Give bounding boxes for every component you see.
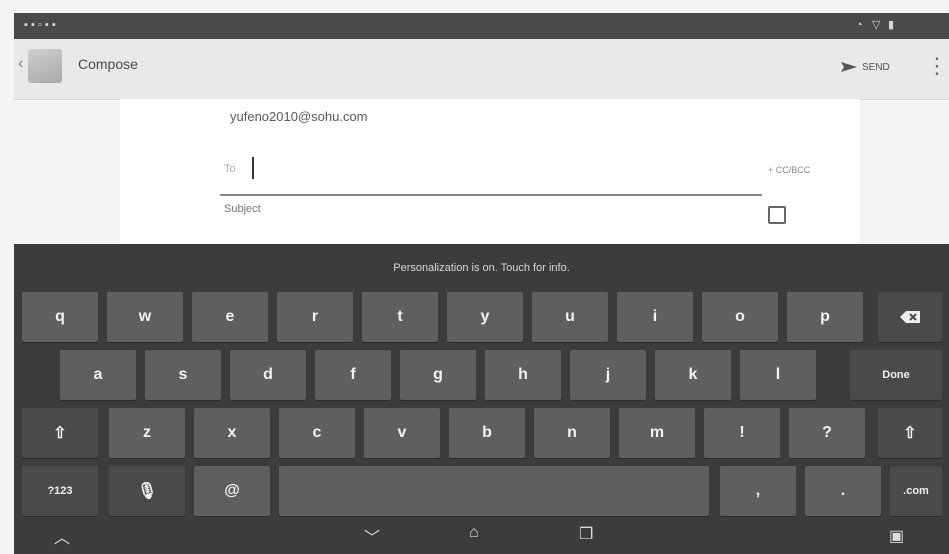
- signal-icon: ▽: [872, 19, 881, 31]
- key-k[interactable]: k: [655, 350, 731, 400]
- overflow-menu-icon[interactable]: ⋮: [926, 55, 948, 77]
- key-m[interactable]: m: [619, 408, 695, 458]
- to-field[interactable]: [248, 155, 756, 183]
- attachment-icon[interactable]: [768, 206, 786, 224]
- action-bar: ‹ Compose SEND ⋮: [14, 39, 949, 100]
- key-n[interactable]: n: [534, 408, 610, 458]
- key-i[interactable]: i: [617, 292, 693, 342]
- key-y[interactable]: y: [447, 292, 523, 342]
- key-t[interactable]: t: [362, 292, 438, 342]
- compose-form: yufeno2010@sohu.com To + CC/BCC: [120, 99, 860, 244]
- key-p[interactable]: p: [787, 292, 863, 342]
- space-bar[interactable]: [279, 466, 709, 516]
- key-c[interactable]: c: [279, 408, 355, 458]
- dotcom-key[interactable]: .com: [890, 466, 942, 516]
- shift-key-right[interactable]: ⇧: [878, 408, 942, 458]
- key-e[interactable]: e: [192, 292, 268, 342]
- key-d[interactable]: d: [230, 350, 306, 400]
- cc-bcc-button[interactable]: + CC/BCC: [768, 165, 810, 175]
- microphone-key[interactable]: 🎙: [109, 466, 185, 516]
- key-a[interactable]: a: [60, 350, 136, 400]
- from-account: yufeno2010@sohu.com: [230, 109, 368, 124]
- shift-icon: ⇧: [903, 425, 917, 442]
- status-bar: ▪ ▪ ▫ ▪ ▪ ◔ ▽ ▮: [14, 13, 949, 39]
- key-f[interactable]: f: [315, 350, 391, 400]
- key-period[interactable]: .: [805, 466, 881, 516]
- notification-icons: ▪ ▪ ▫ ▪ ▪: [24, 19, 56, 31]
- key-r[interactable]: r: [277, 292, 353, 342]
- microphone-icon: 🎙: [136, 483, 158, 500]
- key-question[interactable]: ?: [789, 408, 865, 458]
- keyboard-hide-icon[interactable]: ︿: [54, 524, 70, 548]
- key-exclamation[interactable]: !: [704, 408, 780, 458]
- key-w[interactable]: w: [107, 292, 183, 342]
- key-u[interactable]: u: [532, 292, 608, 342]
- key-b[interactable]: b: [449, 408, 525, 458]
- send-label: SEND: [862, 61, 890, 73]
- up-navigation-icon[interactable]: ‹: [18, 55, 23, 73]
- shift-icon: ⇧: [53, 425, 67, 442]
- recent-apps-icon[interactable]: ❐: [579, 524, 593, 544]
- key-s[interactable]: s: [145, 350, 221, 400]
- page-title: Compose: [78, 56, 138, 72]
- key-o[interactable]: o: [702, 292, 778, 342]
- key-j[interactable]: j: [570, 350, 646, 400]
- wifi-icon: ◔: [856, 19, 863, 31]
- battery-icon: ▮: [888, 19, 895, 31]
- key-g[interactable]: g: [400, 350, 476, 400]
- backspace-icon: [900, 311, 920, 323]
- key-z[interactable]: z: [109, 408, 185, 458]
- navigation-bar: ︿ ﹀ ⌂ ❐ ▣: [14, 522, 949, 554]
- personalization-hint[interactable]: Personalization is on. Touch for info.: [14, 262, 949, 274]
- send-button[interactable]: SEND: [840, 61, 890, 73]
- text-cursor: [252, 157, 254, 179]
- home-icon[interactable]: ⌂: [469, 524, 479, 542]
- key-h[interactable]: h: [485, 350, 561, 400]
- shift-key-left[interactable]: ⇧: [22, 408, 98, 458]
- screenshot-icon[interactable]: ▣: [889, 526, 904, 546]
- key-comma[interactable]: ,: [720, 466, 796, 516]
- done-key[interactable]: Done: [850, 350, 942, 400]
- back-icon[interactable]: ﹀: [364, 524, 380, 548]
- soft-keyboard: Personalization is on. Touch for info. q…: [14, 244, 949, 554]
- backspace-key[interactable]: [878, 292, 942, 342]
- key-v[interactable]: v: [364, 408, 440, 458]
- key-x[interactable]: x: [194, 408, 270, 458]
- send-icon: [841, 62, 857, 72]
- subject-field[interactable]: [222, 202, 626, 216]
- to-label: To: [224, 163, 236, 175]
- key-l[interactable]: l: [740, 350, 816, 400]
- app-icon[interactable]: [28, 49, 62, 83]
- key-at[interactable]: @: [194, 466, 270, 516]
- to-field-underline: [220, 194, 762, 196]
- key-q[interactable]: q: [22, 292, 98, 342]
- symbols-key[interactable]: ?123: [22, 466, 98, 516]
